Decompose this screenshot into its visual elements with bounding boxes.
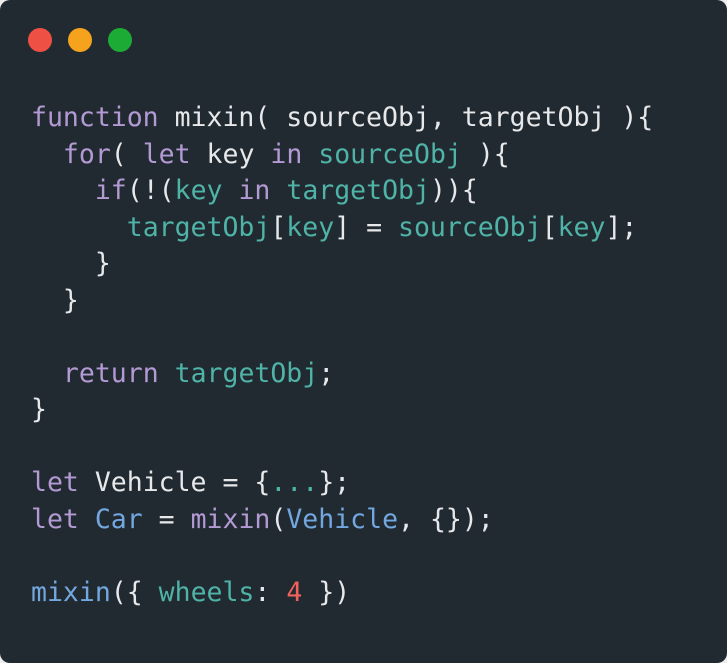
code-token-variable: ... <box>270 467 319 498</box>
code-token-identifier: ( <box>270 503 287 535</box>
code-line: } <box>31 283 653 320</box>
code-token-identifier: } <box>31 284 79 316</box>
maximize-dot-icon[interactable] <box>108 28 132 52</box>
code-token-variable: targetObj <box>174 357 319 389</box>
code-token-identifier <box>302 139 318 170</box>
code-token-identifier: [ <box>270 211 287 243</box>
code-token-identifier: ({ <box>110 576 159 608</box>
code-token-identifier: ]; <box>605 211 638 243</box>
code-token-keyword: if <box>94 175 127 206</box>
code-token-keyword: let <box>31 467 79 498</box>
code-token-identifier <box>31 139 63 170</box>
minimize-dot-icon[interactable] <box>68 28 92 52</box>
code-token-identifier: )){ <box>429 175 478 206</box>
close-dot-icon[interactable] <box>28 28 52 52</box>
code-line: if(!(key in targetObj)){ <box>31 173 653 210</box>
code-token-identifier: } <box>31 394 47 425</box>
code-token-identifier: : <box>254 576 287 608</box>
code-token-identifier <box>31 175 95 206</box>
code-token-variable: key <box>174 175 223 206</box>
code-token-variable: sourceObj <box>318 138 462 170</box>
code-token-identifier: (!( <box>126 175 175 206</box>
code-token-class: Vehicle <box>286 503 399 535</box>
code-token-identifier: , {}); <box>398 503 494 535</box>
code-line: } <box>31 392 653 429</box>
code-token-identifier: mixin( sourceObj, targetObj ){ <box>158 102 654 133</box>
code-token-number: 4 <box>286 576 303 608</box>
code-line: let Vehicle = {...}; <box>31 465 653 502</box>
code-token-variable: wheels <box>158 576 255 608</box>
code-line: let Car = mixin(Vehicle, {}); <box>31 502 653 539</box>
code-token-variable: key <box>557 211 606 243</box>
code-token-variable: targetObj <box>286 175 430 206</box>
code-token-keyword: mixin <box>190 503 271 535</box>
code-token-identifier: ){ <box>461 138 510 170</box>
code-token-identifier: [ <box>541 211 558 243</box>
code-token-identifier: }) <box>302 576 351 608</box>
code-token-keyword: let <box>142 138 191 170</box>
code-token-identifier: = <box>142 503 191 535</box>
code-line: mixin({ wheels: 4 }) <box>31 575 653 612</box>
code-snippet-window: function mixin( sourceObj, targetObj ){ … <box>0 0 727 663</box>
code-token-keyword: in <box>270 138 303 170</box>
code-token-identifier <box>270 175 286 206</box>
code-token-keyword: in <box>238 175 271 206</box>
code-token-identifier: key <box>190 138 271 170</box>
code-line: function mixin( sourceObj, targetObj ){ <box>31 100 653 137</box>
code-token-keyword: let <box>31 503 79 535</box>
code-token-identifier: ; <box>318 357 335 389</box>
code-token-variable: sourceObj <box>398 211 542 243</box>
code-token-keyword: return <box>62 357 159 389</box>
code-token-identifier <box>223 175 239 206</box>
code-token-class: mixin <box>31 576 111 608</box>
code-line: for( let key in sourceObj ){ <box>31 137 653 174</box>
code-block: function mixin( sourceObj, targetObj ){ … <box>31 100 653 611</box>
code-token-identifier: Vehicle = { <box>78 467 271 498</box>
code-token-identifier: }; <box>318 467 351 498</box>
code-token-identifier <box>31 212 127 243</box>
code-line: targetObj[key] = sourceObj[key]; <box>31 210 653 247</box>
code-token-identifier: ( <box>110 138 143 170</box>
code-token-identifier <box>159 358 175 389</box>
code-token-keyword: for <box>62 138 111 170</box>
code-line: return targetObj; <box>31 356 653 393</box>
code-token-identifier: } <box>31 248 111 279</box>
code-token-class: Car <box>94 503 143 535</box>
code-token-identifier <box>79 504 95 535</box>
code-token-variable: targetObj <box>126 211 271 243</box>
code-token-identifier <box>31 358 63 389</box>
code-token-keyword: function <box>31 102 159 133</box>
code-token-variable: key <box>286 211 335 243</box>
code-line: } <box>31 246 653 283</box>
code-token-identifier: ] = <box>334 211 398 243</box>
